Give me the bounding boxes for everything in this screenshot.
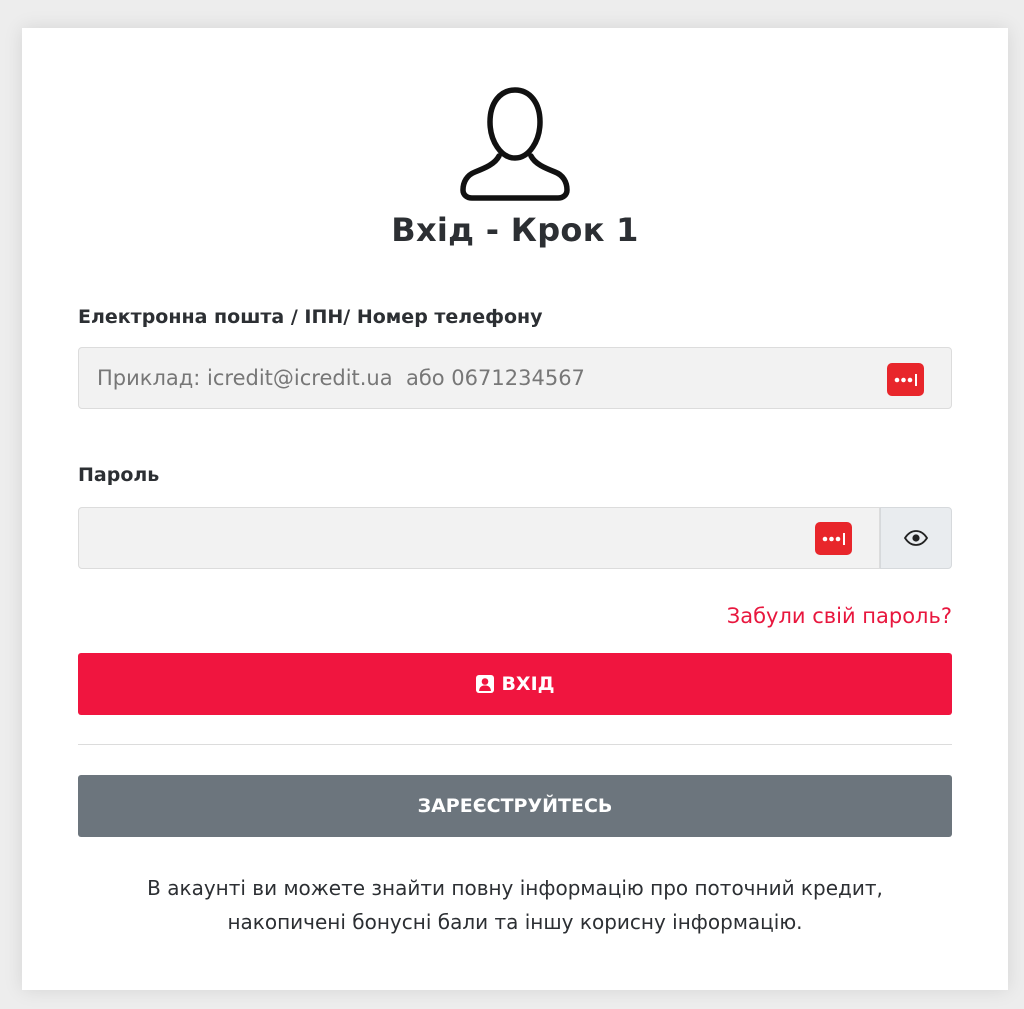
login-card: Вхід - Крок 1 Електронна пошта / ІПН/ Но… xyxy=(22,28,1008,990)
login-button-label: ВХІД xyxy=(501,673,555,695)
user-avatar-icon xyxy=(460,87,570,201)
forgot-password-link[interactable]: Забули свій пароль? xyxy=(727,604,952,628)
divider xyxy=(78,744,952,745)
login-button[interactable]: ВХІД xyxy=(78,653,952,715)
show-password-button[interactable] xyxy=(880,507,952,569)
account-info-line-2: накопичені бонусні бали та іншу корисну … xyxy=(227,910,803,934)
eye-icon xyxy=(904,530,928,546)
register-button[interactable]: ЗАРЕЄСТРУЙТЕСЬ xyxy=(78,775,952,837)
email-input[interactable] xyxy=(78,347,952,409)
password-input[interactable] xyxy=(78,507,880,569)
register-button-label: ЗАРЕЄСТРУЙТЕСЬ xyxy=(417,795,613,817)
account-info-line-1: В акаунті ви можете знайти повну інформа… xyxy=(147,876,883,900)
user-box-icon xyxy=(475,674,495,694)
page-title: Вхід - Крок 1 xyxy=(391,211,639,249)
password-label: Пароль xyxy=(78,464,160,486)
email-label: Електронна пошта / ІПН/ Номер телефону xyxy=(78,306,543,328)
password-manager-icon[interactable] xyxy=(815,522,852,555)
password-manager-icon[interactable] xyxy=(887,363,924,396)
account-info-text: В акаунті ви можете знайти повну інформа… xyxy=(22,871,1008,939)
